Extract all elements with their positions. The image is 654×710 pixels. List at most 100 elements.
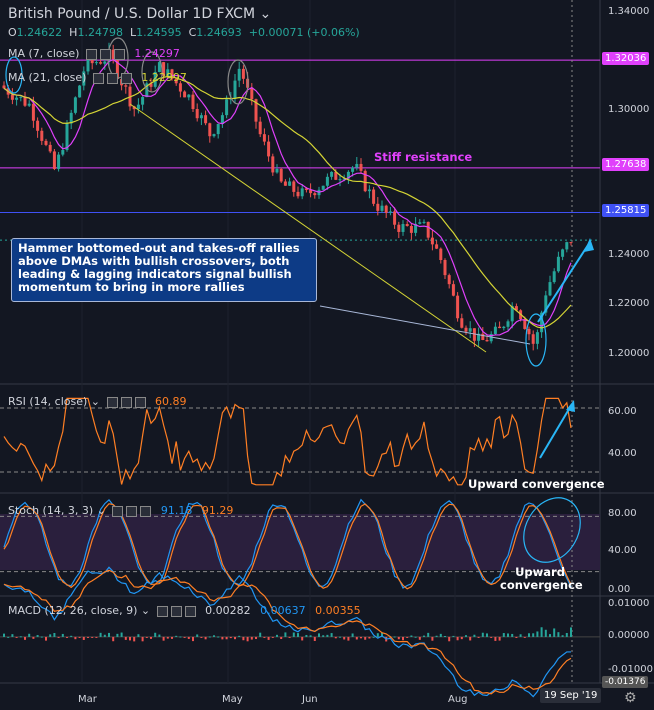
price-tick: 1.20000	[608, 348, 650, 359]
macd-histogram-bar	[28, 633, 31, 637]
stoch-legend[interactable]: Stoch (14, 3, 3) ⌄ 91.18 91.29	[8, 504, 233, 517]
candle-body	[99, 62, 103, 64]
eye-icon[interactable]	[92, 72, 104, 84]
close-icon[interactable]	[184, 605, 196, 617]
candle-body	[439, 248, 443, 260]
candle-body	[40, 130, 44, 141]
macd-histogram-bar	[309, 635, 312, 637]
macd-legend[interactable]: MACD (12, 26, close, 9) ⌄ 0.00282 0.0063…	[8, 604, 361, 617]
candle-body	[552, 271, 556, 283]
macd-histogram-bar	[565, 632, 568, 637]
close-icon[interactable]	[140, 505, 152, 517]
macd-histogram-bar	[36, 635, 39, 637]
macd-histogram-bar	[410, 635, 413, 637]
macd-histogram-bar	[343, 636, 346, 640]
macd-histogram-bar	[452, 635, 455, 637]
macd-histogram-bar	[91, 636, 94, 638]
candle-body	[31, 103, 35, 121]
macd-histogram-bar	[242, 636, 245, 641]
macd-histogram-bar	[481, 632, 484, 637]
macd-histogram-bar	[200, 636, 203, 638]
macd-histogram-bar	[402, 636, 404, 641]
eye-icon[interactable]	[112, 505, 124, 517]
candle-body	[456, 295, 460, 319]
crosshair-date: 19 Sep '19	[540, 688, 602, 703]
macd-histogram-bar	[364, 636, 367, 640]
macd-histogram-bar	[171, 636, 173, 639]
eye-icon[interactable]	[85, 48, 97, 60]
candle-body	[36, 120, 40, 131]
gear-icon[interactable]	[106, 72, 118, 84]
macd-histogram-bar	[511, 633, 514, 637]
macd-histogram-bar	[263, 636, 266, 638]
price-tick: 1.34000	[608, 6, 650, 17]
candle-body	[212, 134, 216, 137]
macd-histogram-bar	[339, 636, 341, 638]
candle-body	[569, 242, 573, 244]
macd-line	[3, 566, 572, 698]
rsi-tick: 40.00	[608, 448, 637, 459]
macd-histogram-bar	[66, 636, 68, 638]
candle-body	[225, 99, 229, 116]
eye-icon[interactable]	[156, 605, 168, 617]
time-tick: Aug	[448, 694, 468, 705]
macd-histogram-bar	[351, 633, 354, 637]
candle-body	[191, 94, 195, 110]
macd-histogram-bar	[7, 636, 10, 638]
candle-body	[267, 141, 271, 157]
macd-histogram-bar	[519, 634, 522, 637]
gear-icon[interactable]	[126, 505, 138, 517]
candle-body	[372, 189, 376, 204]
macd-histogram-bar	[507, 633, 509, 637]
eye-icon[interactable]	[106, 396, 118, 408]
close-icon[interactable]	[113, 48, 125, 60]
close-icon[interactable]	[134, 396, 146, 408]
stoch-tick: 40.00	[608, 545, 637, 556]
gear-icon[interactable]	[99, 48, 111, 60]
chevron-down-icon[interactable]: ⌄	[91, 395, 100, 408]
macd-histogram-bar	[456, 636, 459, 641]
macd-histogram-bar	[393, 636, 396, 638]
candle-body	[485, 340, 489, 342]
ma7-legend[interactable]: MA (7, close) 1.24297	[8, 47, 180, 60]
macd-histogram-bar	[129, 636, 131, 641]
macd-histogram-bar	[192, 636, 194, 642]
gear-icon[interactable]	[120, 396, 132, 408]
settings-gear-icon[interactable]: ⚙	[624, 690, 637, 706]
macd-histogram-bar	[141, 636, 144, 642]
macd-histogram-bar	[24, 636, 26, 640]
macd-histogram-bar	[439, 633, 442, 637]
chevron-down-icon[interactable]: ⌄	[259, 6, 271, 22]
macd-histogram-bar	[238, 635, 241, 637]
close-icon[interactable]	[120, 72, 132, 84]
macd-histogram-bar	[95, 636, 98, 638]
candle-body	[351, 167, 355, 172]
candle-body	[481, 333, 485, 341]
candle-body	[216, 123, 220, 135]
macd-histogram-bar	[87, 636, 89, 638]
macd-histogram-bar	[465, 635, 467, 637]
macd-histogram-bar	[57, 636, 60, 638]
candle-body	[262, 134, 266, 142]
candle-body	[393, 211, 397, 225]
candle-body	[27, 103, 31, 106]
candle-body	[279, 168, 283, 182]
chevron-down-icon[interactable]: ⌄	[141, 604, 150, 617]
symbol-title[interactable]: British Pound / U.S. Dollar 1D FXCM ⌄	[8, 6, 271, 22]
gear-icon[interactable]	[170, 605, 182, 617]
rsi-legend[interactable]: RSI (14, close) ⌄ 60.89	[8, 395, 187, 408]
macd-histogram-bar	[229, 636, 232, 639]
macd-histogram-bar	[276, 634, 278, 637]
macd-histogram-bar	[145, 636, 148, 638]
candle-body	[15, 97, 19, 100]
rsi-convergence-label: Upward convergence	[468, 477, 605, 491]
macd-histogram-bar	[133, 636, 136, 642]
ma21-legend[interactable]: MA (21, close) 1.22997	[8, 71, 187, 84]
candle-body	[556, 256, 560, 272]
candle-body	[451, 284, 455, 296]
chevron-down-icon[interactable]: ⌄	[97, 504, 106, 517]
candle-body	[124, 85, 128, 87]
candle-body	[283, 181, 287, 186]
macd-tag: -0.01376	[602, 676, 649, 688]
time-tick: Mar	[78, 694, 97, 705]
